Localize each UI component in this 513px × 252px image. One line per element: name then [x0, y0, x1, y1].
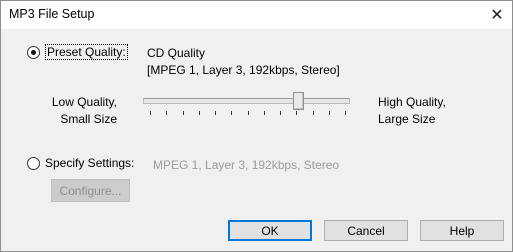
slider-track — [143, 98, 350, 104]
slider-tick — [247, 111, 249, 115]
radio-selected-dot — [31, 49, 36, 55]
slider-tick — [345, 111, 346, 115]
high-quality-label: High Quality, — [378, 95, 446, 109]
preset-description: [MPEG 1, Layer 3, 192kbps, Stereo] — [147, 63, 340, 77]
slider-tick — [215, 111, 216, 115]
close-button[interactable]: ✕ — [482, 1, 512, 29]
close-icon: ✕ — [490, 7, 504, 24]
specify-settings-label: Specify Settings: — [45, 156, 135, 170]
mp3-file-setup-dialog: MP3 File Setup ✕ Preset Quality: CD Qual… — [0, 0, 513, 252]
slider-tick — [198, 111, 200, 115]
cancel-button[interactable]: Cancel — [324, 220, 408, 241]
preset-quality-label: Preset Quality: — [45, 44, 128, 60]
slider-tick — [166, 111, 168, 115]
slider-tick — [296, 111, 298, 115]
window-title: MP3 File Setup — [9, 7, 95, 21]
slider-tick — [150, 111, 151, 115]
quality-slider[interactable] — [143, 92, 350, 122]
ok-button[interactable]: OK — [228, 220, 312, 241]
slider-tick — [280, 111, 281, 115]
slider-tick — [263, 111, 265, 115]
configure-button[interactable]: Configure... — [51, 179, 130, 202]
slider-tick — [182, 111, 184, 115]
radio-circle — [27, 156, 40, 170]
small-size-label: Small Size — [60, 112, 117, 126]
large-size-label: Large Size — [378, 112, 436, 126]
slider-tick — [231, 111, 233, 115]
slider-tick — [312, 111, 314, 115]
preset-quality-radio[interactable]: Preset Quality: — [27, 44, 128, 60]
title-bar: MP3 File Setup ✕ — [1, 1, 512, 29]
specify-settings-value: MPEG 1, Layer 3, 192kbps, Stereo — [153, 158, 340, 172]
help-button[interactable]: Help — [420, 220, 504, 241]
slider-thumb[interactable] — [293, 92, 305, 110]
slider-tick — [328, 111, 330, 115]
specify-settings-radio[interactable]: Specify Settings: — [27, 156, 134, 170]
low-quality-label: Low Quality, — [51, 95, 117, 109]
preset-name: CD Quality — [147, 46, 206, 60]
radio-circle — [27, 45, 40, 59]
